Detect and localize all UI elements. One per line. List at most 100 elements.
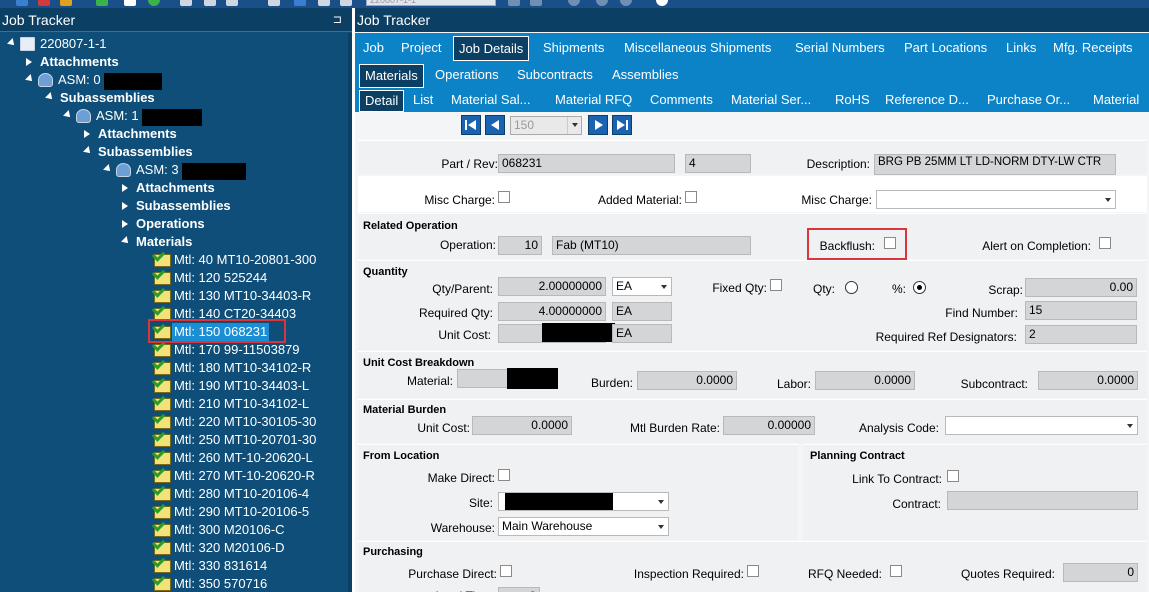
expand-arrow-icon[interactable] bbox=[26, 58, 32, 66]
tab-main-3[interactable]: Shipments bbox=[543, 36, 604, 61]
uom-field[interactable]: EA bbox=[612, 302, 672, 321]
tree-node[interactable]: Subassemblies bbox=[136, 197, 231, 215]
tree-node-material[interactable]: Mtl: 180 MT10-34102-R bbox=[174, 359, 311, 377]
toolbar-icon[interactable] bbox=[530, 0, 542, 6]
tab-main-2[interactable]: Job Details bbox=[453, 36, 530, 61]
expand-arrow-icon[interactable] bbox=[121, 236, 131, 246]
toolbar-record-field[interactable]: 220807-1-1 bbox=[366, 0, 496, 6]
burden-field[interactable]: 0.0000 bbox=[637, 371, 737, 390]
part-number-field[interactable]: 068231 bbox=[498, 154, 675, 173]
warehouse-dropdown[interactable]: Main Warehouse bbox=[498, 517, 669, 536]
expand-arrow-icon[interactable] bbox=[45, 92, 55, 102]
tree-node[interactable]: Subassemblies bbox=[98, 143, 193, 161]
qty-radio[interactable] bbox=[845, 281, 858, 294]
expand-arrow-icon[interactable] bbox=[122, 184, 128, 192]
uom-dropdown[interactable]: EA bbox=[612, 277, 672, 296]
tab-sub-2[interactable]: Subcontracts bbox=[517, 64, 593, 88]
tree-node[interactable]: Materials bbox=[136, 233, 192, 251]
operation-seq-field[interactable]: 10 bbox=[498, 236, 542, 255]
tab-main-8[interactable]: Mfg. Receipts bbox=[1053, 36, 1132, 61]
toolbar-icon[interactable] bbox=[38, 0, 50, 6]
record-number-combo[interactable]: 150 bbox=[510, 116, 582, 135]
tree-node-material[interactable]: Mtl: 330 831614 bbox=[174, 557, 267, 575]
expand-arrow-icon[interactable] bbox=[122, 220, 128, 228]
find-number-field[interactable]: 15 bbox=[1025, 301, 1137, 320]
tab-detail-9[interactable]: Material bbox=[1093, 90, 1139, 112]
tree-node-material[interactable]: Mtl: 270 MT-10-20620-R bbox=[174, 467, 315, 485]
ref-designators-field[interactable]: 2 bbox=[1025, 325, 1137, 344]
tree-scrollbar[interactable] bbox=[348, 33, 352, 592]
labor-field[interactable]: 0.0000 bbox=[815, 371, 915, 390]
tree-node-material[interactable]: Mtl: 250 MT10-20701-30 bbox=[174, 431, 316, 449]
expand-arrow-icon[interactable] bbox=[122, 202, 128, 210]
first-record-icon[interactable] bbox=[461, 115, 481, 135]
tree-node[interactable]: Attachments bbox=[98, 125, 177, 143]
burden-rate-field[interactable]: 0.00000 bbox=[723, 416, 815, 435]
toolbar-icon[interactable] bbox=[96, 0, 108, 6]
toolbar-icon[interactable] bbox=[656, 0, 668, 6]
toolbar-icon[interactable] bbox=[508, 0, 520, 6]
tree-node[interactable]: ASM: 1 bbox=[96, 107, 139, 125]
expand-arrow-icon[interactable] bbox=[83, 146, 93, 156]
toolbar-icon[interactable] bbox=[568, 0, 580, 6]
tree-node-material[interactable]: Mtl: 350 570716 bbox=[174, 575, 267, 592]
tab-sub-1[interactable]: Operations bbox=[435, 64, 499, 88]
tree-node-material[interactable]: Mtl: 170 99-11503879 bbox=[174, 341, 300, 359]
tab-sub-3[interactable]: Assemblies bbox=[612, 64, 678, 88]
tab-detail-3[interactable]: Material RFQ bbox=[555, 90, 632, 112]
tab-main-1[interactable]: Project bbox=[401, 36, 441, 61]
added-material-checkbox[interactable] bbox=[685, 191, 697, 203]
tab-main-5[interactable]: Serial Numbers bbox=[795, 36, 885, 61]
last-record-icon[interactable] bbox=[612, 115, 632, 135]
tab-main-6[interactable]: Part Locations bbox=[904, 36, 987, 61]
tab-detail-0[interactable]: Detail bbox=[359, 90, 405, 112]
link-to-contract-checkbox[interactable] bbox=[947, 470, 959, 482]
tab-main-0[interactable]: Job bbox=[363, 36, 384, 61]
required-qty-field[interactable]: 4.00000000 bbox=[498, 302, 606, 321]
tree-node[interactable]: ASM: 3 bbox=[136, 161, 179, 179]
tab-main-7[interactable]: Links bbox=[1006, 36, 1036, 61]
tree-node[interactable]: 220807-1-1 bbox=[40, 35, 107, 53]
tab-detail-5[interactable]: Material Ser... bbox=[731, 90, 811, 112]
expand-arrow-icon[interactable] bbox=[25, 74, 35, 84]
toolbar-icon[interactable] bbox=[180, 0, 192, 6]
toolbar-icon[interactable] bbox=[318, 0, 330, 6]
tab-detail-1[interactable]: List bbox=[413, 90, 433, 112]
expand-arrow-icon[interactable] bbox=[103, 164, 113, 174]
subcontract-field[interactable]: 0.0000 bbox=[1038, 371, 1138, 390]
percent-radio[interactable] bbox=[913, 281, 926, 294]
expand-arrow-icon[interactable] bbox=[7, 38, 17, 48]
tab-detail-8[interactable]: Purchase Or... bbox=[987, 90, 1070, 112]
tree-node[interactable]: Operations bbox=[136, 215, 205, 233]
make-direct-checkbox[interactable] bbox=[498, 469, 510, 481]
fixed-qty-checkbox[interactable] bbox=[770, 279, 782, 291]
tree-node[interactable]: ASM: 0 bbox=[58, 71, 101, 89]
alert-on-completion-checkbox[interactable] bbox=[1099, 237, 1111, 249]
tree-node-material[interactable]: Mtl: 290 MT10-20106-5 bbox=[174, 503, 309, 521]
tab-detail-7[interactable]: Reference D... bbox=[885, 90, 969, 112]
prev-record-icon[interactable] bbox=[485, 115, 505, 135]
tree-node-material[interactable]: Mtl: 190 MT10-34403-L bbox=[174, 377, 309, 395]
description-field[interactable]: BRG PB 25MM LT LD-NORM DTY-LW CTR bbox=[874, 154, 1116, 175]
tree-node-material[interactable]: Mtl: 130 MT10-34403-R bbox=[174, 287, 311, 305]
dropdown-arrow-icon[interactable] bbox=[661, 285, 667, 289]
dropdown-arrow-icon[interactable] bbox=[658, 500, 664, 504]
tree-node[interactable]: Attachments bbox=[40, 53, 119, 71]
operation-field[interactable]: Fab (MT10) bbox=[552, 236, 751, 255]
tree-node-material[interactable]: Mtl: 220 MT10-30105-30 bbox=[174, 413, 316, 431]
dropdown-arrow-icon[interactable] bbox=[1127, 424, 1133, 428]
toolbar-icon[interactable] bbox=[204, 0, 216, 6]
tab-detail-6[interactable]: RoHS bbox=[835, 90, 870, 112]
quotes-required-field[interactable]: 0 bbox=[1063, 563, 1138, 582]
tree-node-material[interactable]: Mtl: 210 MT10-34102-L bbox=[174, 395, 309, 413]
inspection-required-checkbox[interactable] bbox=[747, 565, 759, 577]
tree-node-material[interactable]: Mtl: 280 MT10-20106-4 bbox=[174, 485, 309, 503]
toolbar-icon[interactable] bbox=[124, 0, 136, 6]
dropdown-arrow-icon[interactable] bbox=[658, 525, 664, 529]
expand-arrow-icon[interactable] bbox=[84, 130, 90, 138]
lead-time-field[interactable]: 0 bbox=[498, 587, 540, 592]
tab-main-4[interactable]: Miscellaneous Shipments bbox=[624, 36, 771, 61]
tree-node[interactable]: Attachments bbox=[136, 179, 215, 197]
misc-charge-checkbox[interactable] bbox=[498, 191, 510, 203]
rfq-needed-checkbox[interactable] bbox=[890, 565, 902, 577]
